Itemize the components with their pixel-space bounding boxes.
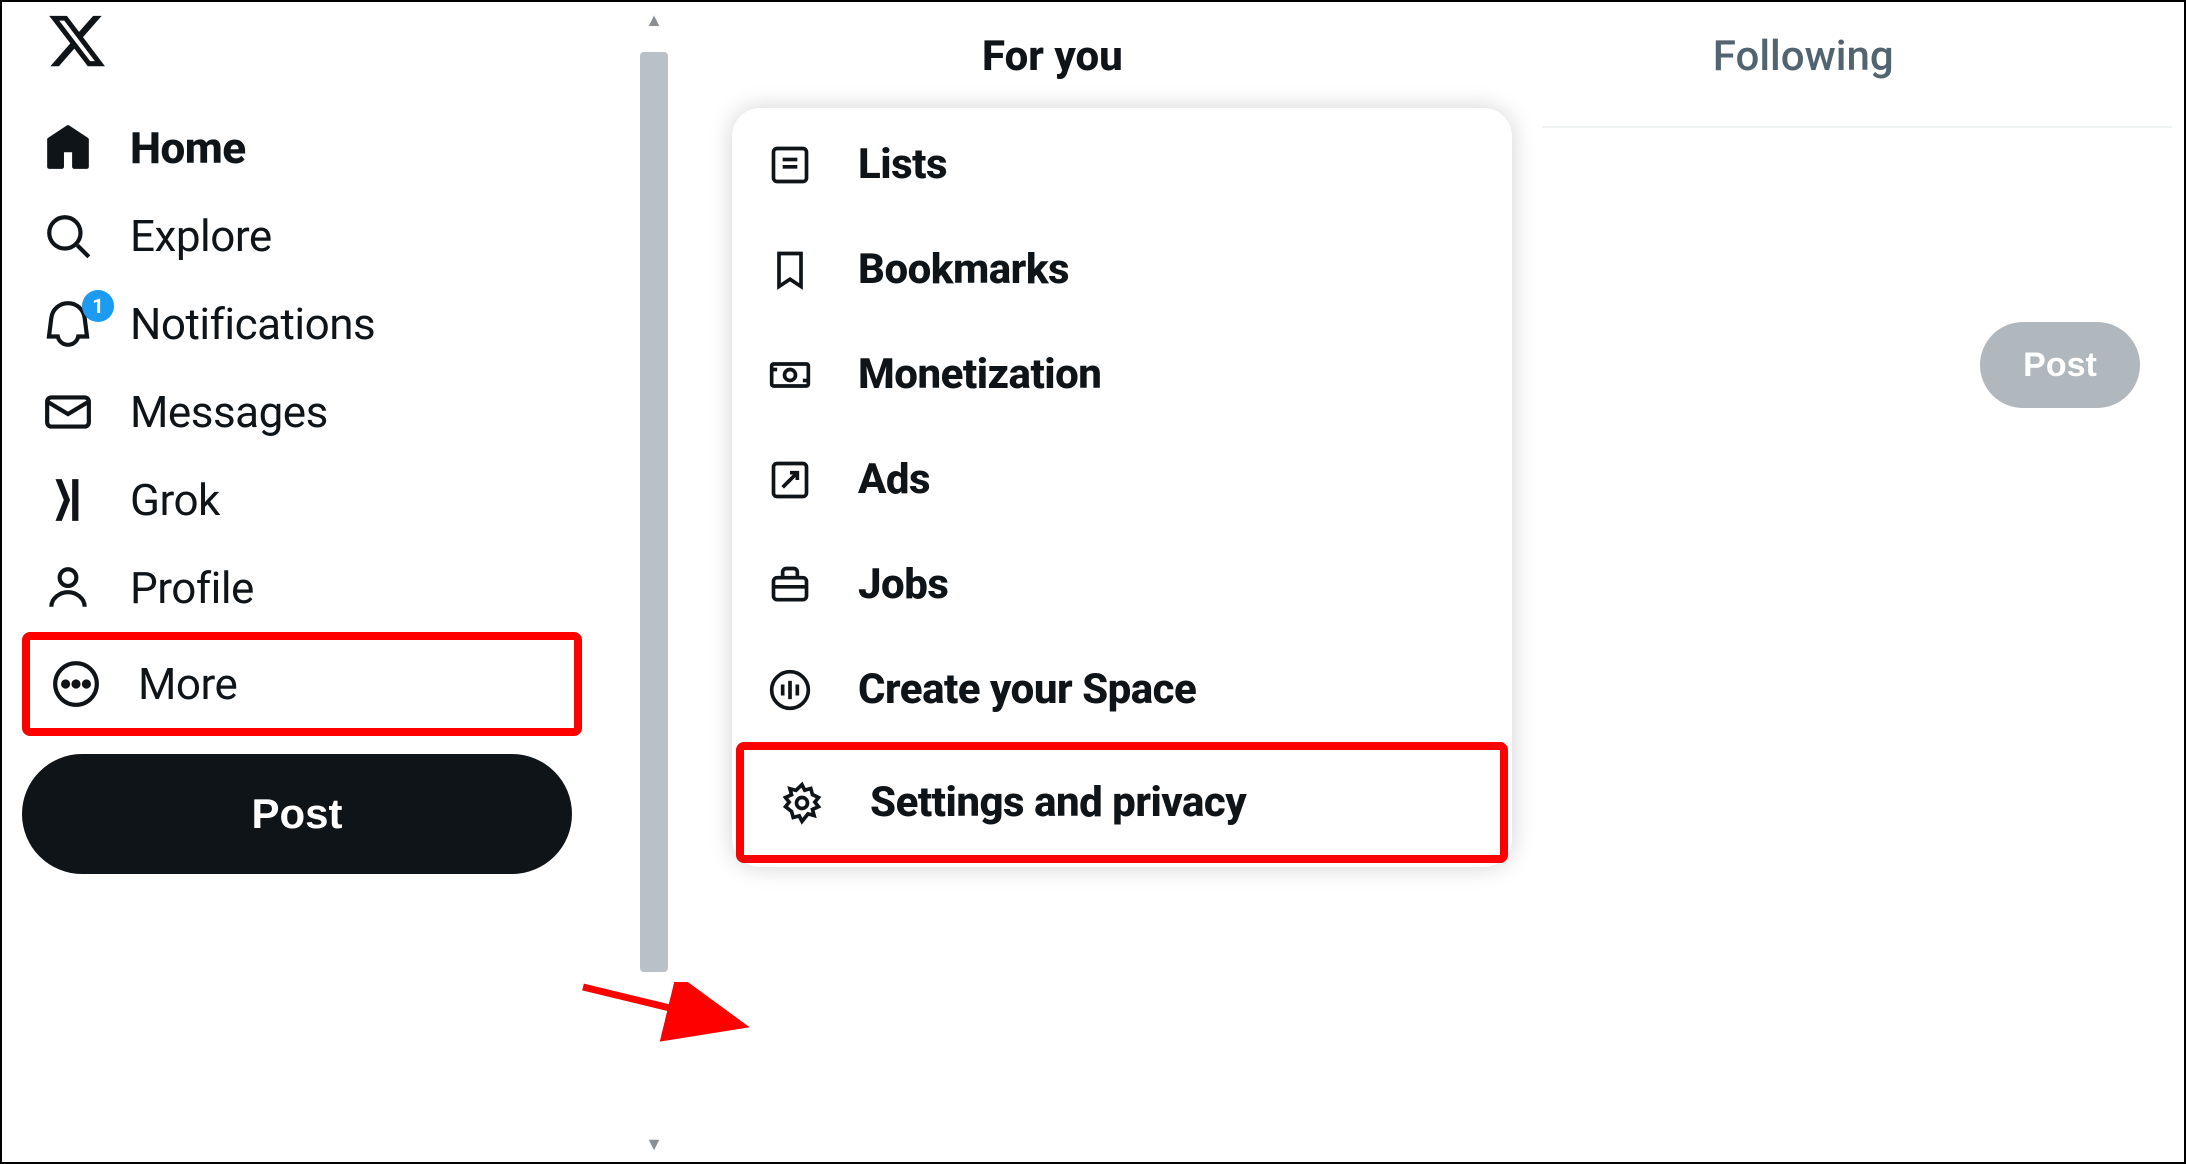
briefcase-icon <box>766 561 814 609</box>
divider <box>1542 126 2172 128</box>
home-icon <box>42 122 94 174</box>
nav-home-label: Home <box>130 122 246 174</box>
menu-create-space[interactable]: Create your Space <box>732 637 1512 742</box>
menu-lists[interactable]: Lists <box>732 112 1512 217</box>
scroll-up-arrow[interactable]: ▲ <box>638 8 670 32</box>
search-icon <box>42 210 94 262</box>
tab-following[interactable]: Following <box>1713 32 1894 81</box>
nav-more-label: More <box>138 658 237 710</box>
nav-more[interactable]: More <box>22 632 582 736</box>
gear-icon <box>778 779 826 827</box>
more-menu: Lists Bookmarks Monetization Ads Jobs Cr… <box>732 108 1512 867</box>
menu-monetization-label: Monetization <box>858 350 1101 399</box>
nav-explore[interactable]: Explore <box>22 192 582 280</box>
menu-bookmarks[interactable]: Bookmarks <box>732 217 1512 322</box>
bookmark-icon <box>766 246 814 294</box>
grok-icon <box>42 474 94 526</box>
money-icon <box>766 351 814 399</box>
menu-jobs[interactable]: Jobs <box>732 532 1512 637</box>
lists-icon <box>766 141 814 189</box>
menu-lists-label: Lists <box>858 140 947 189</box>
tab-following-label: Following <box>1713 32 1894 81</box>
nav-profile-label: Profile <box>130 562 254 614</box>
nav-profile[interactable]: Profile <box>22 544 582 632</box>
nav-home[interactable]: Home <box>22 104 582 192</box>
menu-settings-privacy[interactable]: Settings and privacy <box>736 742 1508 863</box>
post-button[interactable]: Post <box>22 754 572 874</box>
nav-explore-label: Explore <box>130 210 272 262</box>
menu-ads[interactable]: Ads <box>732 427 1512 532</box>
sidebar: Home Explore 1 Notifications Messages Gr… <box>22 10 582 874</box>
notification-badge: 1 <box>82 290 114 322</box>
nav-notifications[interactable]: 1 Notifications <box>22 280 582 368</box>
menu-settings-privacy-label: Settings and privacy <box>870 778 1246 827</box>
menu-bookmarks-label: Bookmarks <box>858 245 1069 294</box>
x-logo[interactable] <box>46 10 582 76</box>
timeline-tabs: For you Following <box>702 32 2164 81</box>
nav-messages-label: Messages <box>130 386 328 438</box>
person-icon <box>42 562 94 614</box>
microphone-icon <box>766 666 814 714</box>
nav-notifications-label: Notifications <box>130 298 375 350</box>
scrollbar-thumb[interactable] <box>640 52 668 972</box>
ads-icon <box>766 456 814 504</box>
envelope-icon <box>42 386 94 438</box>
mini-post-label: Post <box>2023 346 2097 384</box>
scroll-down-arrow[interactable]: ▼ <box>638 1132 670 1156</box>
nav-grok-label: Grok <box>130 474 220 526</box>
menu-create-space-label: Create your Space <box>858 665 1196 714</box>
tab-for-you[interactable]: For you <box>982 32 1123 81</box>
more-icon <box>50 658 102 710</box>
menu-ads-label: Ads <box>858 455 930 504</box>
post-button-label: Post <box>251 790 342 838</box>
menu-monetization[interactable]: Monetization <box>732 322 1512 427</box>
nav-grok[interactable]: Grok <box>22 456 582 544</box>
nav-messages[interactable]: Messages <box>22 368 582 456</box>
mini-post-button[interactable]: Post <box>1980 322 2140 408</box>
tab-for-you-label: For you <box>982 32 1123 81</box>
scrollbar[interactable]: ▲ ▼ <box>638 8 670 1156</box>
menu-jobs-label: Jobs <box>858 560 948 609</box>
